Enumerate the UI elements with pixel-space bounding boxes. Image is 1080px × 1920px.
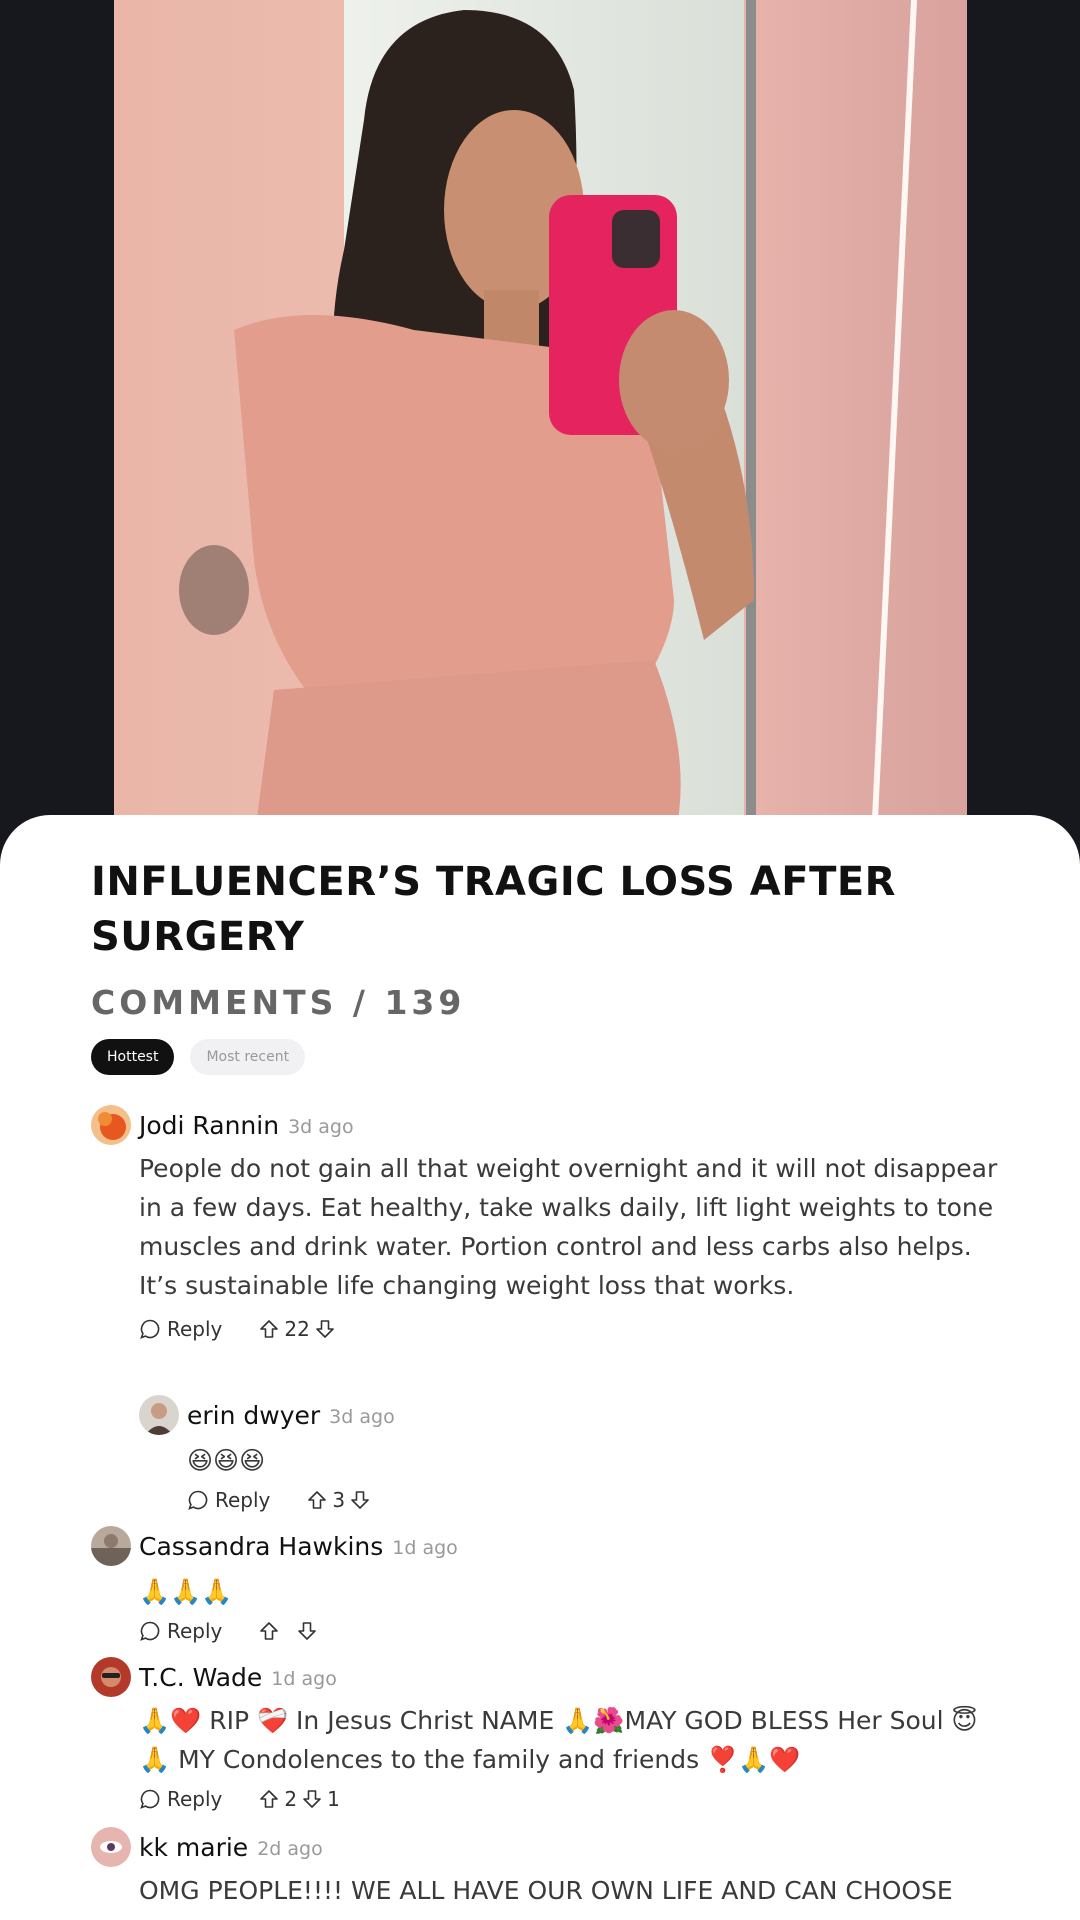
comment-time: 1d ago <box>271 1667 337 1690</box>
arrow-up-icon <box>260 1790 279 1808</box>
speech-bubble-icon <box>140 1621 160 1641</box>
reply-label: Reply <box>167 1787 223 1811</box>
comment-actions: Reply 22 <box>139 1311 1011 1347</box>
upvote-count: 2 <box>284 1787 298 1811</box>
arrow-down-icon <box>351 1491 369 1509</box>
speech-bubble-icon <box>140 1789 160 1809</box>
article-headline: INFLUENCER’S TRAGIC LOSS AFTER SURGERY <box>91 859 896 960</box>
downvote-count: 1 <box>327 1787 340 1811</box>
reply-button[interactable]: Reply <box>139 1317 222 1341</box>
comment-author[interactable]: erin dwyer <box>187 1401 320 1430</box>
comment-time: 3d ago <box>288 1115 354 1138</box>
comment-actions: Reply 3 <box>187 1482 1059 1518</box>
comment-item: Cassandra Hawkins 1d ago 🙏🙏🙏 Reply <box>91 1526 1011 1649</box>
comment-header: Cassandra Hawkins 1d ago <box>91 1526 1011 1566</box>
article-photo <box>114 0 967 840</box>
sort-tabs: Hottest Most recent <box>91 1039 306 1075</box>
comments-count: 139 <box>384 983 466 1022</box>
reply-button[interactable]: Reply <box>139 1619 222 1643</box>
comment-header: T.C. Wade 1d ago <box>91 1657 1011 1697</box>
speech-bubble-icon <box>188 1490 208 1510</box>
arrow-down-icon <box>303 1790 321 1808</box>
comment-time: 2d ago <box>257 1837 323 1860</box>
comment-text: 🙏🙏🙏 <box>139 1577 233 1606</box>
downvote-button[interactable] <box>301 1788 323 1810</box>
comment-item: Jodi Rannin 3d ago People do not gain al… <box>91 1105 1011 1347</box>
comment-text: 🙏❤️ RIP ❤️‍🩹 In Jesus Christ NAME 🙏🌺MAY … <box>139 1706 978 1774</box>
downvote-button[interactable] <box>296 1620 318 1642</box>
comment-author[interactable]: Cassandra Hawkins <box>139 1532 383 1561</box>
avatar[interactable] <box>139 1395 179 1435</box>
arrow-down-icon <box>316 1320 334 1338</box>
arrow-up-icon <box>308 1491 327 1509</box>
comment-header: erin dwyer 3d ago <box>139 1395 1059 1435</box>
reply-comment-item: erin dwyer 3d ago 😆😆😆 Reply 3 <box>139 1395 1059 1518</box>
comment-author[interactable]: T.C. Wade <box>139 1663 262 1692</box>
comment-item: kk marie 2d ago OMG PEOPLE!!!! WE ALL HA… <box>91 1827 1011 1910</box>
upvote-button[interactable] <box>258 1318 280 1340</box>
comment-header: kk marie 2d ago <box>91 1827 1011 1867</box>
comments-separator: / <box>352 983 369 1022</box>
comments-count-header: COMMENTS / 139 <box>91 983 465 1022</box>
comment-text: 😆😆😆 <box>187 1446 266 1475</box>
comment-time: 3d ago <box>329 1405 395 1428</box>
comment-time: 1d ago <box>392 1536 458 1559</box>
reply-label: Reply <box>167 1317 223 1341</box>
comment-actions: Reply 2 1 <box>139 1781 1011 1817</box>
reply-button[interactable]: Reply <box>139 1787 222 1811</box>
comment-author[interactable]: kk marie <box>139 1833 248 1862</box>
comment-author[interactable]: Jodi Rannin <box>139 1111 279 1140</box>
downvote-button[interactable] <box>349 1489 371 1511</box>
upvote-count: 22 <box>284 1317 310 1341</box>
downvote-button[interactable] <box>314 1318 336 1340</box>
comment-actions: Reply <box>139 1613 1011 1649</box>
reply-button[interactable]: Reply <box>187 1488 270 1512</box>
article-image <box>114 0 967 840</box>
avatar[interactable] <box>91 1827 131 1867</box>
speech-bubble-icon <box>140 1319 160 1339</box>
arrow-up-icon <box>260 1320 279 1338</box>
comments-label: COMMENTS <box>91 983 338 1022</box>
arrow-up-icon <box>260 1622 279 1640</box>
avatar[interactable] <box>91 1526 131 1566</box>
upvote-button[interactable] <box>306 1489 328 1511</box>
upvote-button[interactable] <box>258 1788 280 1810</box>
reply-label: Reply <box>167 1619 223 1643</box>
comment-text: OMG PEOPLE!!!! WE ALL HAVE OUR OWN LIFE … <box>139 1876 953 1905</box>
tab-hottest[interactable]: Hottest <box>91 1039 175 1075</box>
tab-most-recent[interactable]: Most recent <box>190 1039 306 1075</box>
comment-item: T.C. Wade 1d ago 🙏❤️ RIP ❤️‍🩹 In Jesus C… <box>91 1657 1011 1817</box>
reply-label: Reply <box>215 1488 271 1512</box>
avatar[interactable] <box>91 1657 131 1697</box>
upvote-count: 3 <box>332 1488 346 1512</box>
hero-area <box>0 0 1080 840</box>
upvote-button[interactable] <box>258 1620 280 1642</box>
arrow-down-icon <box>298 1622 317 1640</box>
comment-text: People do not gain all that weight overn… <box>139 1154 998 1300</box>
comment-header: Jodi Rannin 3d ago <box>91 1105 1011 1145</box>
avatar[interactable] <box>91 1105 131 1145</box>
comments-sheet: INFLUENCER’S TRAGIC LOSS AFTER SURGERY C… <box>0 815 1080 1920</box>
